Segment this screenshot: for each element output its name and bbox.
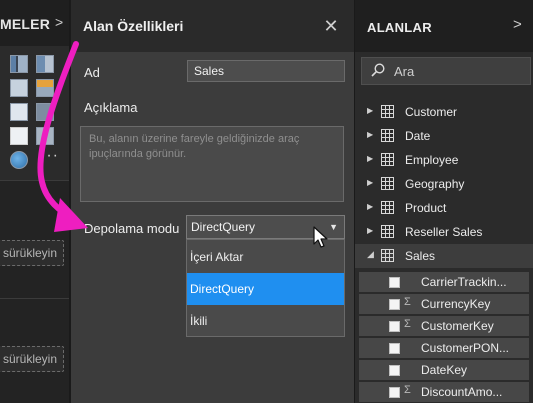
visualizations-header: MELER > [0,0,69,46]
bar-chart-icon[interactable] [10,55,28,73]
sigma-icon: Σ [404,318,411,330]
search-icon [371,63,385,77]
field-item[interactable]: Σ CurrencyKey [359,294,529,314]
table-icon [381,153,394,166]
table-geography[interactable]: ▶ Geography [355,172,533,196]
sigma-icon: Σ [404,384,411,396]
field-item[interactable]: CustomerPON... [359,338,529,358]
table-reseller-sales[interactable]: ▶ Reseller Sales [355,220,533,244]
name-field[interactable] [187,60,345,82]
expand-icon[interactable]: ▶ [367,202,373,211]
visualizations-title: MELER [0,16,50,32]
table-icon [381,201,394,214]
fields-title: ALANLAR [367,20,432,35]
field-checkbox[interactable] [389,343,400,354]
table-name: Employee [405,153,459,167]
table-icon [381,225,394,238]
name-label: Ad [84,65,100,80]
option-dual[interactable]: İkili [187,305,344,337]
visualizations-pane: MELER > ··· sürükleyin sürükleyin [0,0,70,403]
field-checkbox[interactable] [389,277,400,288]
table-name: Reseller Sales [405,225,483,239]
field-name: CarrierTrackin... [421,275,507,289]
pane-title: Alan Özellikleri [83,18,184,34]
more-visuals-icon[interactable]: ··· [40,147,59,165]
chevron-right-icon[interactable]: > [55,14,63,30]
sigma-icon: Σ [404,296,411,308]
collapse-icon[interactable]: ◢ [367,249,374,260]
table-sales[interactable]: ◢ Sales [355,244,533,268]
drop-zone[interactable]: sürükleyin [0,346,64,372]
table-icon [381,105,394,118]
field-properties-pane: Alan Özellikleri ✕ Ad Açıklama Depolama … [71,0,354,403]
table-visual-icon[interactable] [10,79,28,97]
kpi-visual-icon[interactable] [36,127,54,145]
field-item[interactable]: CarrierTrackin... [359,272,529,292]
table-icon [381,177,394,190]
fields-pane: ALANLAR > ▶ Customer ▶ Date ▶ Employee ▶… [354,0,533,403]
mouse-cursor-icon [313,226,328,248]
field-item[interactable]: Σ DiscountAmo... [359,382,529,402]
slicer-visual-icon[interactable] [10,127,28,145]
description-field[interactable] [80,126,344,202]
storage-mode-value: DirectQuery [191,220,256,234]
storage-mode-label: Depolama modu [84,221,180,236]
search-box[interactable] [361,57,531,85]
option-directquery[interactable]: DirectQuery [187,273,344,305]
storage-mode-options: İçeri Aktar DirectQuery İkili [186,239,345,337]
field-checkbox[interactable] [389,321,400,332]
field-properties-header: Alan Özellikleri ✕ [71,0,354,52]
expand-icon[interactable]: ▶ [367,106,373,115]
fields-header: ALANLAR > [355,0,533,52]
field-name: CurrencyKey [421,297,491,311]
close-icon[interactable]: ✕ [319,14,343,38]
table-product[interactable]: ▶ Product [355,196,533,220]
table-name: Date [405,129,431,143]
expand-icon[interactable]: ▶ [367,226,373,235]
drop-zone[interactable]: sürükleyin [0,240,64,266]
dropdown-arrow-icon: ▼ [329,222,338,232]
table-name: Geography [405,177,465,191]
field-item[interactable]: DateKey [359,360,529,380]
field-checkbox[interactable] [389,365,400,376]
table-name: Customer [405,105,458,119]
table-icon [381,129,394,142]
field-checkbox[interactable] [389,387,400,398]
matrix-visual-icon[interactable] [36,79,54,97]
table-name: Product [405,201,447,215]
card-visual-icon[interactable] [10,103,28,121]
search-input[interactable] [394,61,524,81]
table-name: Sales [405,249,436,263]
field-name: DateKey [421,363,468,377]
field-name: CustomerKey [421,319,494,333]
chevron-right-icon[interactable]: > [513,16,522,33]
description-label: Açıklama [84,100,138,115]
table-date[interactable]: ▶ Date [355,124,533,148]
multirow-card-icon[interactable] [36,103,54,121]
field-name: DiscountAmo... [421,385,503,399]
expand-icon[interactable]: ▶ [367,154,373,163]
table-employee[interactable]: ▶ Employee [355,148,533,172]
table-icon [381,249,394,262]
expand-icon[interactable]: ▶ [367,178,373,187]
field-checkbox[interactable] [389,299,400,310]
field-item[interactable]: Σ CustomerKey [359,316,529,336]
table-customer[interactable]: ▶ Customer [355,100,533,124]
field-name: CustomerPON... [421,341,510,355]
column-chart-icon[interactable] [36,55,54,73]
divider [0,298,69,299]
globe-icon[interactable] [10,151,28,169]
expand-icon[interactable]: ▶ [367,130,373,139]
